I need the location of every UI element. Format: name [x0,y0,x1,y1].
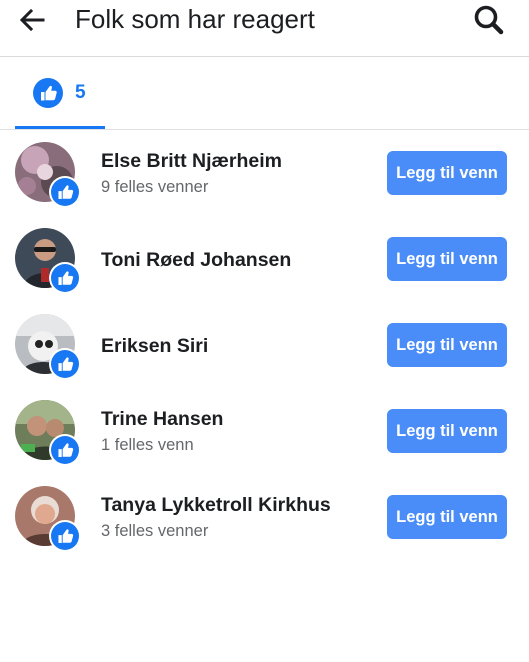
avatar-button[interactable] [15,400,81,466]
list-item: Trine Hansen 1 felles venn Legg til venn [0,388,529,474]
add-friend-button[interactable]: Legg til venn [387,409,507,453]
mutual-friends: 1 felles venn [101,436,194,454]
back-button[interactable] [14,2,50,38]
add-friend-button[interactable]: Legg til venn [387,495,507,539]
avatar-button[interactable] [15,228,81,294]
like-reaction-icon [49,262,81,294]
add-friend-button[interactable]: Legg til venn [387,323,507,367]
search-icon [474,5,504,35]
add-friend-button[interactable]: Legg til venn [387,237,507,281]
list-item: Else Britt Njærheim 9 felles venner Legg… [0,130,529,216]
add-friend-button[interactable]: Legg til venn [387,151,507,195]
like-reaction-icon [49,520,81,552]
search-button[interactable] [469,0,509,40]
person-name[interactable]: Trine Hansen [101,408,223,431]
person-name[interactable]: Tanya Lykketroll Kirkhus [101,494,331,517]
like-reaction-icon [49,176,81,208]
person-name[interactable]: Eriksen Siri [101,335,208,358]
mutual-friends: 9 felles venner [101,178,209,196]
page-title: Folk som har reagert [75,4,315,34]
person-name[interactable]: Toni Røed Johansen [101,249,291,272]
list-item: Eriksen Siri Legg til venn [0,302,529,388]
like-reaction-icon [49,434,81,466]
mutual-friends: 3 felles venner [101,522,209,540]
like-count: 5 [75,82,86,103]
top-bar: Folk som har reagert [0,0,529,57]
selected-tab-indicator [15,126,105,129]
avatar-button[interactable] [15,486,81,552]
reaction-tabs: 5 [0,57,529,130]
like-reaction-icon [49,348,81,380]
like-reaction-icon [33,78,63,113]
list-item: Toni Røed Johansen Legg til venn [0,216,529,302]
person-name[interactable]: Else Britt Njærheim [101,150,282,173]
avatar-button[interactable] [15,314,81,380]
tab-like-reactions[interactable]: 5 [15,57,105,129]
list-item: Tanya Lykketroll Kirkhus 3 felles venner… [0,474,529,560]
arrow-left-icon [19,8,45,32]
avatar-button[interactable] [15,142,81,208]
